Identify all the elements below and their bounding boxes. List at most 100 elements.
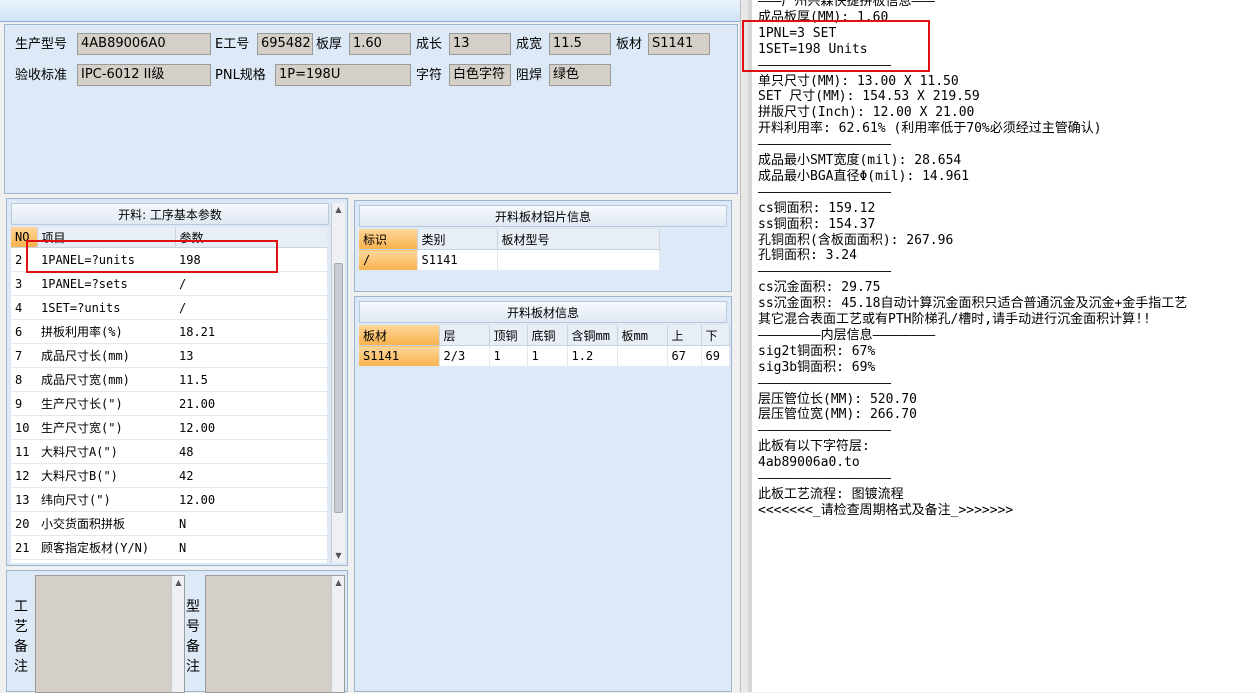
splitter[interactable]: [740, 0, 748, 692]
params-cell-no[interactable]: 9: [11, 391, 37, 416]
params-cell-value[interactable]: 12.00: [175, 487, 327, 512]
board-cell-5[interactable]: [617, 345, 668, 366]
params-cell-item[interactable]: 成品尺寸宽(mm): [37, 367, 175, 392]
info-line: 4ab89006a0.to: [758, 455, 860, 471]
e-no-field[interactable]: 695482: [257, 33, 313, 55]
foil-col-model[interactable]: 板材型号: [497, 229, 660, 250]
board-col-6[interactable]: 上: [667, 325, 702, 346]
params-scrollbar[interactable]: ▲ ▼: [331, 203, 345, 563]
table-row[interactable]: 9 生产尺寸长(") 21.00: [11, 391, 327, 416]
params-cell-value[interactable]: 21.00: [175, 391, 327, 416]
params-cell-no[interactable]: 3: [11, 271, 37, 296]
params-cell-no[interactable]: 12: [11, 463, 37, 488]
board-col-4[interactable]: 含铜mm: [567, 325, 618, 346]
params-cell-value[interactable]: 18.21: [175, 319, 327, 344]
board-col-3[interactable]: 底铜: [527, 325, 568, 346]
params-cell-no[interactable]: 6: [11, 319, 37, 344]
board-cell-7[interactable]: 69: [701, 345, 730, 366]
params-cell-no[interactable]: 4: [11, 295, 37, 320]
table-row[interactable]: 8 成品尺寸宽(mm) 11.5: [11, 367, 327, 392]
board-col-2[interactable]: 顶铜: [489, 325, 528, 346]
table-row[interactable]: 12 大料尺寸B(") 42: [11, 463, 327, 488]
params-cell-no[interactable]: 20: [11, 511, 37, 536]
params-cell-item[interactable]: 生产尺寸宽("): [37, 415, 175, 440]
board-cell-3[interactable]: 1: [527, 345, 568, 366]
params-cell-item[interactable]: 拼板利用率(%): [37, 319, 175, 344]
params-cell-value[interactable]: 42: [175, 463, 327, 488]
length-field[interactable]: 13: [449, 33, 511, 55]
board-cell-0[interactable]: S1141: [359, 345, 440, 366]
foil-col-type[interactable]: 类别: [417, 229, 498, 250]
params-cell-value[interactable]: 11.5: [175, 367, 327, 392]
params-cell-no[interactable]: 13: [11, 487, 37, 512]
params-cell-value[interactable]: N: [175, 511, 327, 536]
standard-field[interactable]: IPC-6012 II级: [77, 64, 211, 86]
table-row[interactable]: 11 大料尺寸A(") 48: [11, 439, 327, 464]
board-col-1[interactable]: 层: [439, 325, 490, 346]
table-row[interactable]: 7 成品尺寸长(mm) 13: [11, 343, 327, 368]
prod-model-field[interactable]: 4AB89006A0: [77, 33, 211, 55]
params-cell-item[interactable]: 1PANEL=?sets: [37, 271, 175, 296]
params-cell-item[interactable]: 小交货面积拼板: [37, 511, 175, 536]
table-row[interactable]: 6 拼板利用率(%) 18.21: [11, 319, 327, 344]
table-row[interactable]: 10 生产尺寸宽(") 12.00: [11, 415, 327, 440]
board-col-5[interactable]: 板mm: [617, 325, 668, 346]
scroll-down-icon[interactable]: ▼: [332, 549, 345, 563]
table-row[interactable]: 13 纬向尺寸(") 12.00: [11, 487, 327, 512]
params-cell-no[interactable]: 8: [11, 367, 37, 392]
params-cell-item[interactable]: 1SET=?units: [37, 295, 175, 320]
table-row[interactable]: S1141 2/3 1 1 1.2 67 69: [359, 345, 730, 366]
foil-cell-model[interactable]: [497, 249, 660, 270]
scroll-thumb[interactable]: [334, 263, 343, 513]
scroll-up-icon[interactable]: ▲: [332, 203, 345, 217]
params-cell-item[interactable]: 大料尺寸A("): [37, 439, 175, 464]
params-cell-no[interactable]: 11: [11, 439, 37, 464]
params-cell-no[interactable]: 10: [11, 415, 37, 440]
process-remark-memo[interactable]: ▲: [35, 575, 185, 693]
params-cell-no[interactable]: 22: [11, 559, 37, 563]
params-cell-value[interactable]: 48: [175, 439, 327, 464]
params-cell-value[interactable]: /: [175, 271, 327, 296]
board-col-0[interactable]: 板材: [359, 325, 440, 346]
board-cell-4[interactable]: 1.2: [567, 345, 618, 366]
table-row[interactable]: 3 1PANEL=?sets /: [11, 271, 327, 296]
scroll-up-icon[interactable]: ▲: [172, 576, 185, 590]
mask-field[interactable]: 绿色: [549, 64, 611, 86]
board-col-7[interactable]: 下: [701, 325, 730, 346]
table-row[interactable]: 4 1SET=?units /: [11, 295, 327, 320]
foil-cell-mark[interactable]: /: [359, 249, 418, 270]
foil-col-mark[interactable]: 标识: [359, 229, 418, 250]
params-cell-value[interactable]: 13: [175, 343, 327, 368]
params-cell-item[interactable]: 成品尺寸长(mm): [37, 343, 175, 368]
memo-scrollbar[interactable]: ▲: [331, 576, 344, 692]
params-cell-no[interactable]: 7: [11, 343, 37, 368]
info-line: 层压管位长(MM): 520.70: [758, 391, 917, 407]
thickness-field[interactable]: 1.60: [349, 33, 411, 55]
params-cell-item[interactable]: 顾客指定板材(Y/N): [37, 535, 175, 560]
board-cell-2[interactable]: 1: [489, 345, 528, 366]
foil-cell-type[interactable]: S1141: [417, 249, 498, 270]
material-field[interactable]: S1141: [648, 33, 710, 55]
info-text-pane[interactable]: ———广州兴森快捷拼板信息——— 成品板厚(MM): 1.60 1PNL=3 SET…: [748, 0, 1258, 692]
pnl-field[interactable]: 1P=198U: [275, 64, 411, 86]
board-cell-6[interactable]: 67: [667, 345, 702, 366]
params-cell-item[interactable]: 大料尺寸B("): [37, 463, 175, 488]
params-cell-value[interactable]: N: [175, 535, 327, 560]
table-row[interactable]: / S1141: [359, 249, 660, 270]
params-cell-item[interactable]: 综合利用率为最高(...: [37, 559, 175, 563]
table-row[interactable]: 20 小交货面积拼板 N: [11, 511, 327, 536]
memo-scrollbar[interactable]: ▲: [171, 576, 184, 692]
char-field[interactable]: 白色字符: [449, 64, 511, 86]
model-remark-memo[interactable]: ▲: [205, 575, 345, 693]
params-cell-value[interactable]: /: [175, 295, 327, 320]
params-cell-item[interactable]: 生产尺寸长("): [37, 391, 175, 416]
scroll-up-icon[interactable]: ▲: [332, 576, 345, 590]
params-cell-value[interactable]: 12.00: [175, 415, 327, 440]
params-cell-no[interactable]: 21: [11, 535, 37, 560]
params-cell-item[interactable]: 纬向尺寸("): [37, 487, 175, 512]
params-cell-value[interactable]: N: [175, 559, 327, 563]
board-cell-1[interactable]: 2/3: [439, 345, 490, 366]
width-field[interactable]: 11.5: [549, 33, 611, 55]
table-row[interactable]: 22综合利用率为最高(...N: [11, 559, 327, 563]
table-row[interactable]: 21 顾客指定板材(Y/N) N: [11, 535, 327, 560]
